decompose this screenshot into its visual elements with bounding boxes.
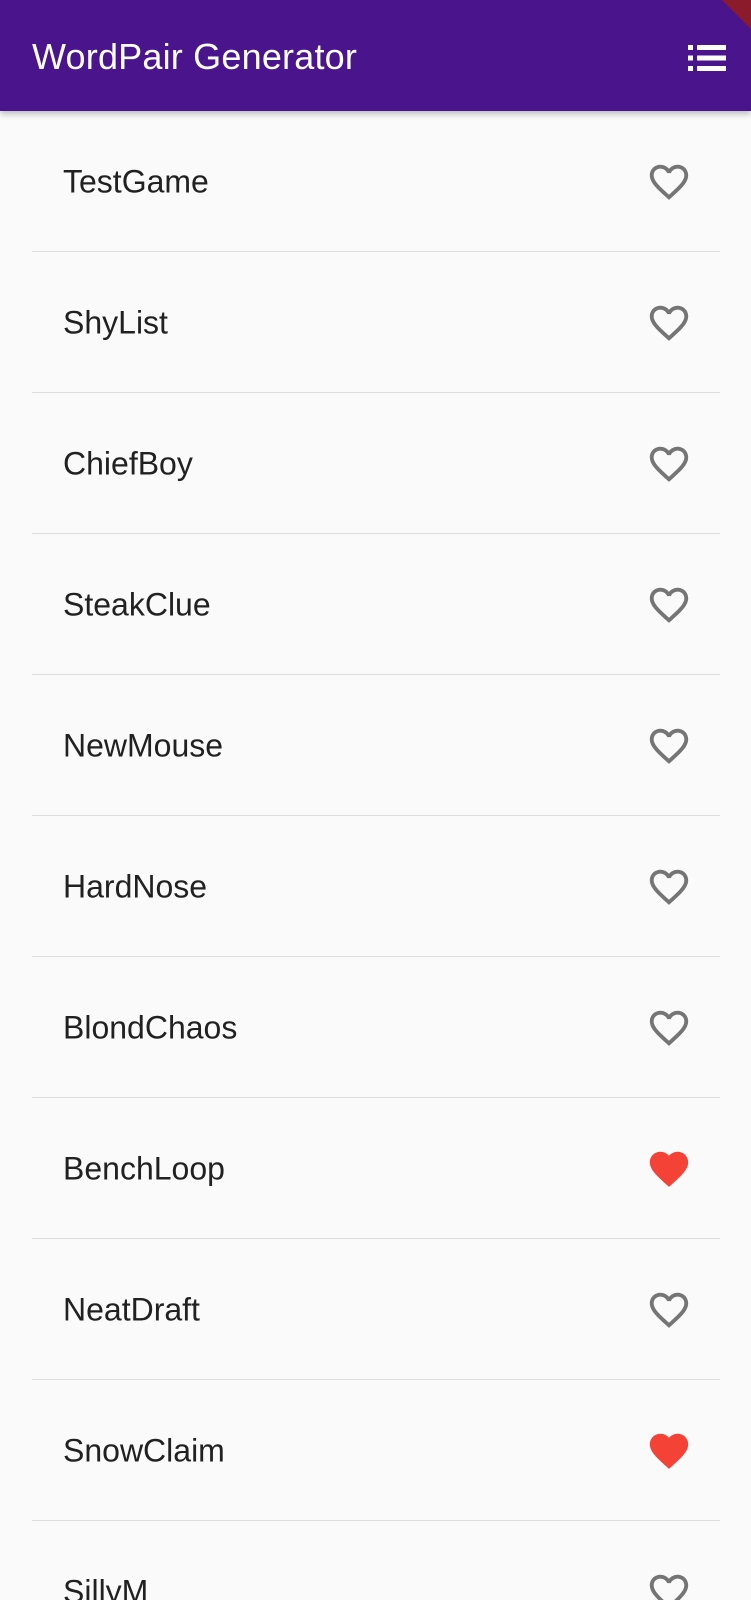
word-pair-row[interactable]: ShyList bbox=[0, 252, 751, 393]
heart-filled-icon[interactable] bbox=[645, 1427, 693, 1475]
heart-outline-icon[interactable] bbox=[645, 158, 693, 206]
word-pair-row[interactable]: BenchLoop bbox=[0, 1098, 751, 1239]
word-pair-list: TestGame ShyList ChiefBoy SteakClue NewMouse… bbox=[0, 111, 751, 1600]
heart-outline-icon[interactable] bbox=[645, 440, 693, 488]
word-pair-row[interactable]: SteakClue bbox=[0, 534, 751, 675]
word-pair-label: HardNose bbox=[63, 868, 208, 904]
debug-banner bbox=[691, 0, 751, 60]
word-pair-row[interactable]: HardNose bbox=[0, 816, 751, 957]
heart-filled-icon[interactable] bbox=[645, 1145, 693, 1193]
heart-outline-icon[interactable] bbox=[645, 1004, 693, 1052]
word-pair-row[interactable]: NewMouse bbox=[0, 675, 751, 816]
word-pair-label: NeatDraft bbox=[63, 1291, 200, 1327]
word-pair-label: SteakClue bbox=[63, 586, 211, 622]
word-pair-label: BenchLoop bbox=[63, 1150, 225, 1186]
app-title: WordPair Generator bbox=[32, 36, 358, 77]
word-pair-row[interactable]: NeatDraft bbox=[0, 1239, 751, 1380]
word-pair-row[interactable]: SillyM bbox=[0, 1521, 751, 1600]
word-pair-label: TestGame bbox=[63, 163, 209, 199]
heart-outline-icon[interactable] bbox=[645, 722, 693, 770]
heart-outline-icon[interactable] bbox=[645, 299, 693, 347]
word-pair-label: SillyM bbox=[63, 1573, 149, 1600]
word-pair-label: SnowClaim bbox=[63, 1432, 225, 1468]
word-pair-label: ShyList bbox=[63, 304, 168, 340]
app-screen: WordPair Generator TestGame ShyList ChiefB… bbox=[0, 0, 751, 1600]
heart-outline-icon[interactable] bbox=[645, 863, 693, 911]
word-pair-label: ChiefBoy bbox=[63, 445, 193, 481]
heart-outline-icon[interactable] bbox=[645, 1286, 693, 1334]
heart-outline-icon[interactable] bbox=[645, 1568, 693, 1600]
word-pair-row[interactable]: TestGame bbox=[0, 111, 751, 252]
word-pair-row[interactable]: ChiefBoy bbox=[0, 393, 751, 534]
word-pair-row[interactable]: BlondChaos bbox=[0, 957, 751, 1098]
heart-outline-icon[interactable] bbox=[645, 581, 693, 629]
word-pair-row[interactable]: SnowClaim bbox=[0, 1380, 751, 1521]
word-pair-label: NewMouse bbox=[63, 727, 224, 763]
word-pair-label: BlondChaos bbox=[63, 1009, 238, 1045]
app-bar: WordPair Generator bbox=[0, 0, 751, 111]
